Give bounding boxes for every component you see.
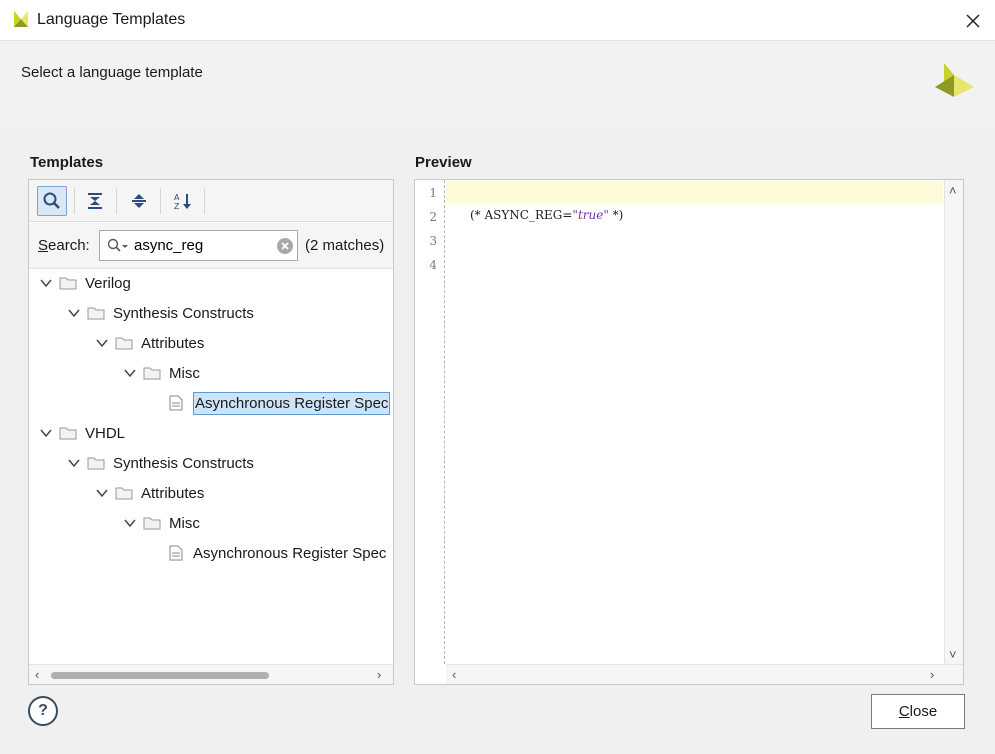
tree-item-verilog[interactable]: Verilog	[39, 269, 131, 297]
collapse-all-button[interactable]	[80, 186, 110, 216]
folder-icon	[115, 487, 133, 500]
templates-label: Templates	[30, 154, 104, 171]
code-line[interactable]: (* ASYNC_REG="true" *)	[470, 208, 623, 222]
folder-icon	[87, 457, 105, 470]
sort-button[interactable]: A Z	[168, 186, 198, 216]
match-count: (2 matches)	[305, 237, 385, 254]
templates-horizontal-scrollbar[interactable]: ‹ ›	[29, 664, 393, 684]
template-tree: Verilog Synthesis Constructs Attributes …	[29, 269, 393, 662]
window-title: Language Templates	[37, 11, 186, 28]
expand-all-button[interactable]	[124, 186, 154, 216]
line-number: 1	[429, 186, 437, 200]
title-bar: Language Templates	[0, 0, 995, 41]
search-toggle-button[interactable]	[37, 186, 67, 216]
scroll-down-icon[interactable]: ˅	[949, 648, 957, 661]
brand-logo-icon	[935, 63, 974, 97]
help-button[interactable]: ?	[28, 696, 58, 726]
folder-icon	[87, 307, 105, 320]
preview-horizontal-scrollbar[interactable]: ‹ ›	[446, 664, 963, 684]
tree-item-vhdl[interactable]: VHDL	[39, 419, 125, 447]
tree-item-attributes[interactable]: Attributes	[95, 479, 204, 507]
line-number: 4	[429, 258, 437, 272]
chevron-down-icon[interactable]	[95, 336, 109, 350]
tree-item-async-register-vhdl[interactable]: Asynchronous Register Spec	[169, 539, 386, 567]
chevron-down-icon[interactable]	[39, 276, 53, 290]
search-label: Search:	[38, 237, 90, 254]
folder-icon	[59, 427, 77, 440]
chevron-down-icon[interactable]	[95, 486, 109, 500]
dialog-subtitle: Select a language template	[21, 64, 203, 81]
svg-text:A: A	[174, 193, 180, 202]
header-banner: Select a language template	[0, 41, 995, 129]
chevron-down-icon[interactable]	[123, 366, 137, 380]
tree-item-synthesis-constructs[interactable]: Synthesis Constructs	[67, 449, 254, 477]
app-logo-icon	[14, 11, 28, 27]
scroll-left-icon[interactable]: ‹	[35, 668, 39, 681]
search-row: Search: (2 matches)	[29, 223, 393, 269]
expand-all-icon	[132, 194, 146, 208]
search-input[interactable]	[134, 237, 274, 254]
current-line-highlight	[446, 181, 943, 204]
tree-item-misc[interactable]: Misc	[123, 509, 200, 537]
folder-icon	[59, 277, 77, 290]
line-number-gutter: 1 2 3 4	[415, 180, 445, 664]
tree-item-attributes[interactable]: Attributes	[95, 329, 204, 357]
clear-search-icon[interactable]	[276, 237, 294, 255]
scroll-left-icon[interactable]: ‹	[452, 668, 456, 681]
preview-vertical-scrollbar[interactable]: ˄ ˅	[944, 180, 963, 664]
sort-alpha-icon: A Z	[174, 193, 191, 211]
search-box[interactable]	[99, 230, 298, 261]
search-filter-icon[interactable]	[107, 238, 129, 254]
tree-item-misc[interactable]: Misc	[123, 359, 200, 387]
chevron-down-icon[interactable]	[67, 306, 81, 320]
folder-icon	[143, 367, 161, 380]
tree-item-synthesis-constructs[interactable]: Synthesis Constructs	[67, 299, 254, 327]
scrollbar-thumb[interactable]	[51, 672, 269, 679]
svg-text:Z: Z	[174, 202, 180, 211]
preview-label: Preview	[415, 154, 472, 171]
chevron-down-icon[interactable]	[39, 426, 53, 440]
chevron-down-icon[interactable]	[67, 456, 81, 470]
close-button[interactable]: Close	[871, 694, 965, 729]
scroll-right-icon[interactable]: ›	[930, 668, 934, 681]
templates-toolbar: A Z	[29, 180, 393, 222]
templates-panel: A Z Search: (2 matches)	[28, 179, 394, 685]
folder-icon	[115, 337, 133, 350]
collapse-all-icon	[88, 193, 102, 209]
line-number: 2	[429, 210, 437, 224]
chevron-down-icon[interactable]	[123, 516, 137, 530]
scroll-up-icon[interactable]: ˄	[949, 184, 957, 197]
folder-icon	[143, 517, 161, 530]
document-icon	[169, 545, 183, 561]
search-icon	[43, 192, 60, 209]
preview-panel: 1 2 3 4 (* ASYNC_REG="true" *) ˄ ˅ ‹ ›	[414, 179, 964, 685]
document-icon	[169, 395, 183, 411]
tree-item-async-register-verilog[interactable]: Asynchronous Register Spec	[169, 389, 391, 417]
line-number: 3	[429, 234, 437, 248]
scroll-right-icon[interactable]: ›	[377, 668, 381, 681]
close-icon[interactable]	[962, 10, 984, 32]
